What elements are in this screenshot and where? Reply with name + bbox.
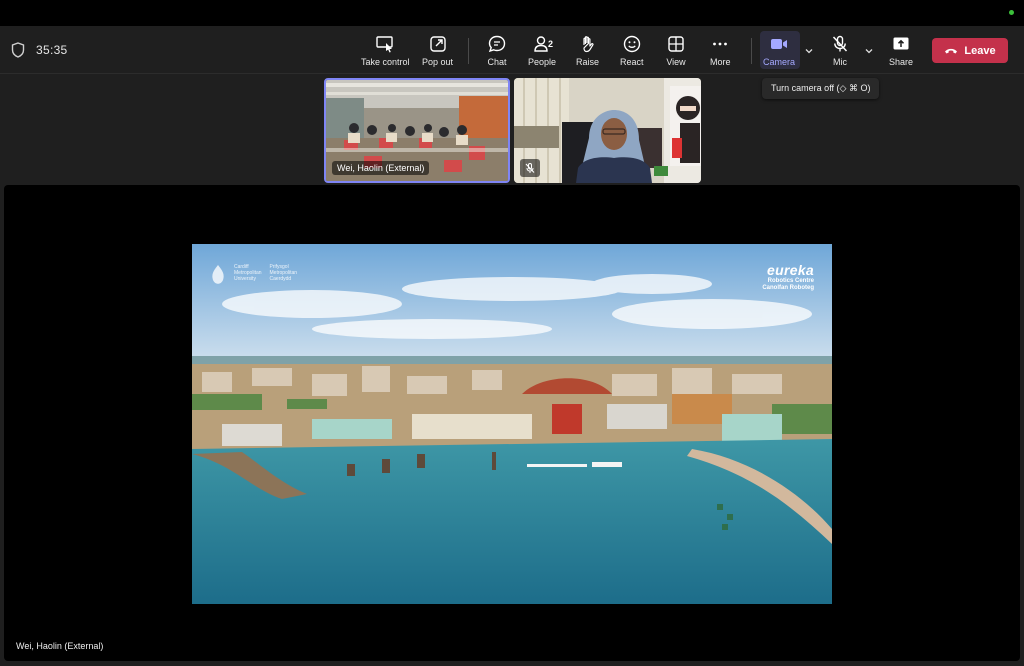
participant-tile-speaking[interactable]: Wei, Haolin (External) [324,78,510,183]
participant-tile[interactable] [514,78,701,183]
share-label: Share [889,57,914,67]
smiley-icon [623,35,640,53]
react-label: React [620,57,644,67]
window-title-bar [0,0,1024,26]
take-control-icon [376,36,393,53]
chat-label: Chat [487,57,507,67]
hang-up-phone-icon [945,48,958,53]
chat-button[interactable]: Chat [487,34,507,70]
toolbar-divider [751,38,752,64]
people-label: People [528,57,557,67]
share-screen-icon [893,37,909,50]
mic-off-icon [525,163,535,173]
camera-button[interactable]: Camera [763,34,795,70]
take-control-button[interactable]: Take control [361,34,410,70]
raise-hand-icon [582,36,594,53]
grid-view-icon [668,36,684,52]
mic-off-icon [832,35,848,52]
mic-label: Mic [833,57,847,67]
camera-options-chevron-icon[interactable] [804,46,814,56]
people-count-badge: 2 [548,39,554,49]
more-label: More [710,57,731,67]
leave-label: Leave [964,44,996,57]
raise-label: Raise [576,57,600,67]
participant-muted-badge [520,159,540,177]
shield-icon[interactable] [11,42,25,58]
university-crest-icon [212,265,224,284]
cardiff-met-logo: Cardiff Metropolitan University Prifysgo… [210,264,297,288]
cardiff-bay-aerial-image [192,244,832,604]
participant-video-person [514,78,701,183]
logo-text: Caerdydd [269,276,292,282]
logo-text: University [234,276,256,282]
eureka-logo: eureka Robotics Centre Canolfan Roboteg [762,262,814,292]
leave-button[interactable]: Leave [932,38,1008,63]
pop-out-label: Pop out [422,57,454,67]
pop-out-icon [429,36,446,52]
more-dots-icon [713,42,728,46]
more-button[interactable]: More [710,34,731,70]
eureka-subtitle-en: Robotics Centre [767,278,814,284]
shared-slide: Cardiff Metropolitan University Prifysgo… [192,244,832,604]
view-button[interactable]: View [666,34,686,70]
react-button[interactable]: React [620,34,644,70]
share-button[interactable]: Share [889,34,913,70]
logo-left-welsh: Prifysgol Metropolitan Caerdydd [270,264,298,288]
participant-name-label: Wei, Haolin (External) [332,161,430,175]
mic-button[interactable]: Mic [830,34,850,70]
meeting-timer: 35:35 [36,43,68,57]
view-label: View [666,57,686,67]
pop-out-button[interactable]: Pop out [422,34,453,70]
eureka-subtitle-cy: Canolfan Roboteg [762,285,814,291]
status-dot [1009,10,1014,15]
take-control-label: Take control [361,57,410,67]
raise-hand-button[interactable]: Raise [576,34,599,70]
toolbar-divider [468,38,469,64]
presenter-name-label: Wei, Haolin (External) [16,641,104,651]
camera-label: Camera [763,57,796,67]
mic-options-chevron-icon[interactable] [864,46,874,56]
camera-tooltip: Turn camera off (◇ ⌘ O) [762,78,880,99]
logo-left-english: Cardiff Metropolitan University [234,264,262,288]
chat-icon [488,35,506,53]
video-camera-icon [771,39,787,49]
eureka-title: eureka [767,262,814,278]
